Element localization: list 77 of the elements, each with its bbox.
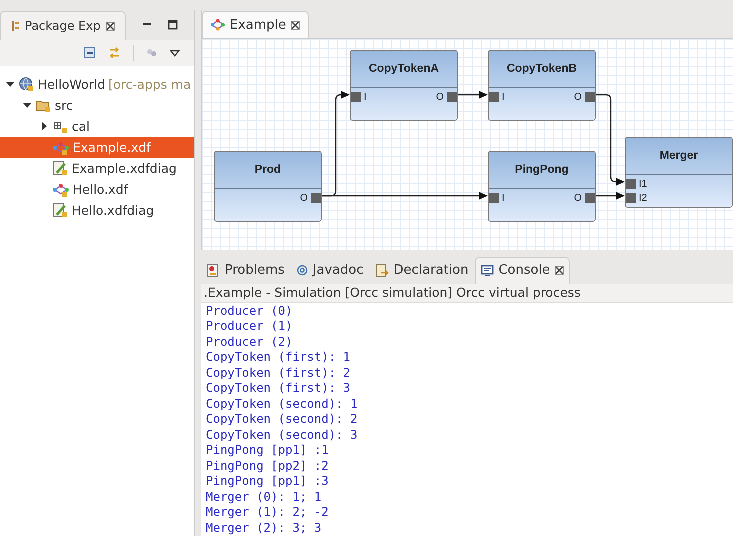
view-tab[interactable]: Console: [474, 256, 570, 284]
port-label: I1: [639, 178, 648, 190]
port-label: I2: [639, 192, 648, 204]
actor-name: PingPong: [515, 164, 569, 176]
port-label: O: [574, 192, 582, 204]
port-label: O: [436, 92, 444, 102]
view-tab[interactable]: Declaration: [370, 256, 475, 284]
folder-icon: [36, 98, 51, 112]
maximize-icon[interactable]: [168, 20, 178, 30]
console-line: Producer (1): [206, 319, 294, 334]
editor-tab[interactable]: Example: [202, 11, 310, 38]
tree-item[interactable]: cal: [0, 116, 194, 137]
collapsed-arrow-icon[interactable]: [40, 122, 49, 131]
close-icon[interactable]: [555, 266, 564, 275]
tree-label: Example.xdfdiag: [72, 161, 177, 176]
console-line: Merger (2): 3; 3: [206, 520, 323, 536]
diagram-file-icon: [53, 161, 68, 176]
network-icon: [211, 19, 225, 31]
globe-icon: [19, 77, 34, 92]
expanded-arrow-icon[interactable]: [6, 80, 15, 89]
tree-decoration: [orc-apps ma: [108, 77, 192, 92]
console-line: Producer (0): [206, 304, 294, 319]
expanded-arrow-icon[interactable]: [23, 101, 32, 110]
actor-name: CopyTokenA: [368, 63, 440, 75]
dots-icon[interactable]: [146, 47, 158, 59]
tree-label: Hello.xdfdiag: [72, 203, 154, 218]
network-icon: [53, 140, 69, 154]
console-line: CopyToken (first): 3: [206, 381, 352, 396]
actor-box[interactable]: Prod O: [214, 151, 322, 222]
console-icon: [480, 264, 494, 276]
port-label: O: [574, 92, 582, 102]
dropdown-icon[interactable]: [170, 50, 180, 56]
tree-item[interactable]: src: [0, 95, 194, 116]
collapse-all-icon[interactable]: [84, 47, 96, 59]
tree-label: cal: [72, 119, 90, 134]
console-line: CopyToken (second): 2: [206, 412, 359, 428]
tree-item[interactable]: HelloWorld [orc-apps ma: [0, 74, 194, 95]
package-icon: [11, 20, 20, 32]
view-tab[interactable]: Problems: [201, 256, 291, 284]
console-line: CopyToken (second): 1: [206, 396, 359, 412]
tree-item[interactable]: Example.xdf: [0, 137, 194, 158]
tree-item[interactable]: Example.xdfdiag: [0, 158, 194, 179]
link-arrows-icon[interactable]: [108, 47, 121, 59]
tree-label: Example.xdf: [73, 140, 151, 155]
console-line: CopyToken (first): 1: [206, 350, 352, 366]
actor-name: Prod: [254, 164, 282, 176]
console-line: Merger (0): 1; 1: [206, 490, 323, 505]
problems-icon: [207, 264, 220, 278]
actor-name: CopyTokenB: [506, 63, 578, 75]
console-line: CopyToken (second): 3: [206, 428, 359, 443]
diagram-file-icon: [53, 203, 68, 218]
connector-arrow: [458, 91, 488, 99]
tree-label: src: [55, 98, 74, 113]
view-tab[interactable]: Javadoc: [290, 256, 370, 284]
declaration-icon: [376, 264, 389, 278]
package-icon: [53, 120, 68, 134]
port-label: I: [502, 192, 505, 204]
view-tab[interactable]: Package Exp: [0, 11, 126, 40]
console-line: PingPong [pp1] :1: [206, 443, 330, 458]
port-label: I: [502, 92, 505, 102]
tree-item[interactable]: Hello.xdf: [0, 179, 194, 200]
port-label: I: [364, 92, 367, 102]
console-line: Merger (1): 2; -2: [206, 505, 330, 520]
process-title: .Example - Simulation [Orcc simulation] Orcc virtual process: [201, 284, 733, 302]
close-icon[interactable]: [291, 20, 300, 30]
tree-label: HelloWorld: [38, 77, 106, 92]
tree-item[interactable]: Hello.xdfdiag: [0, 200, 194, 221]
console-line: Producer (2): [206, 334, 294, 350]
console-line: PingPong [pp2] :2: [206, 458, 330, 474]
connector-arrow: [596, 192, 625, 200]
port-label: O: [300, 192, 308, 204]
network-icon: [53, 182, 69, 196]
console-line: PingPong [pp1] :3: [206, 474, 330, 490]
actor-name: Merger: [660, 150, 698, 162]
tree-label: Hello.xdf: [73, 182, 128, 197]
console-line: CopyToken (first): 2: [206, 366, 352, 381]
close-icon[interactable]: [106, 22, 115, 30]
